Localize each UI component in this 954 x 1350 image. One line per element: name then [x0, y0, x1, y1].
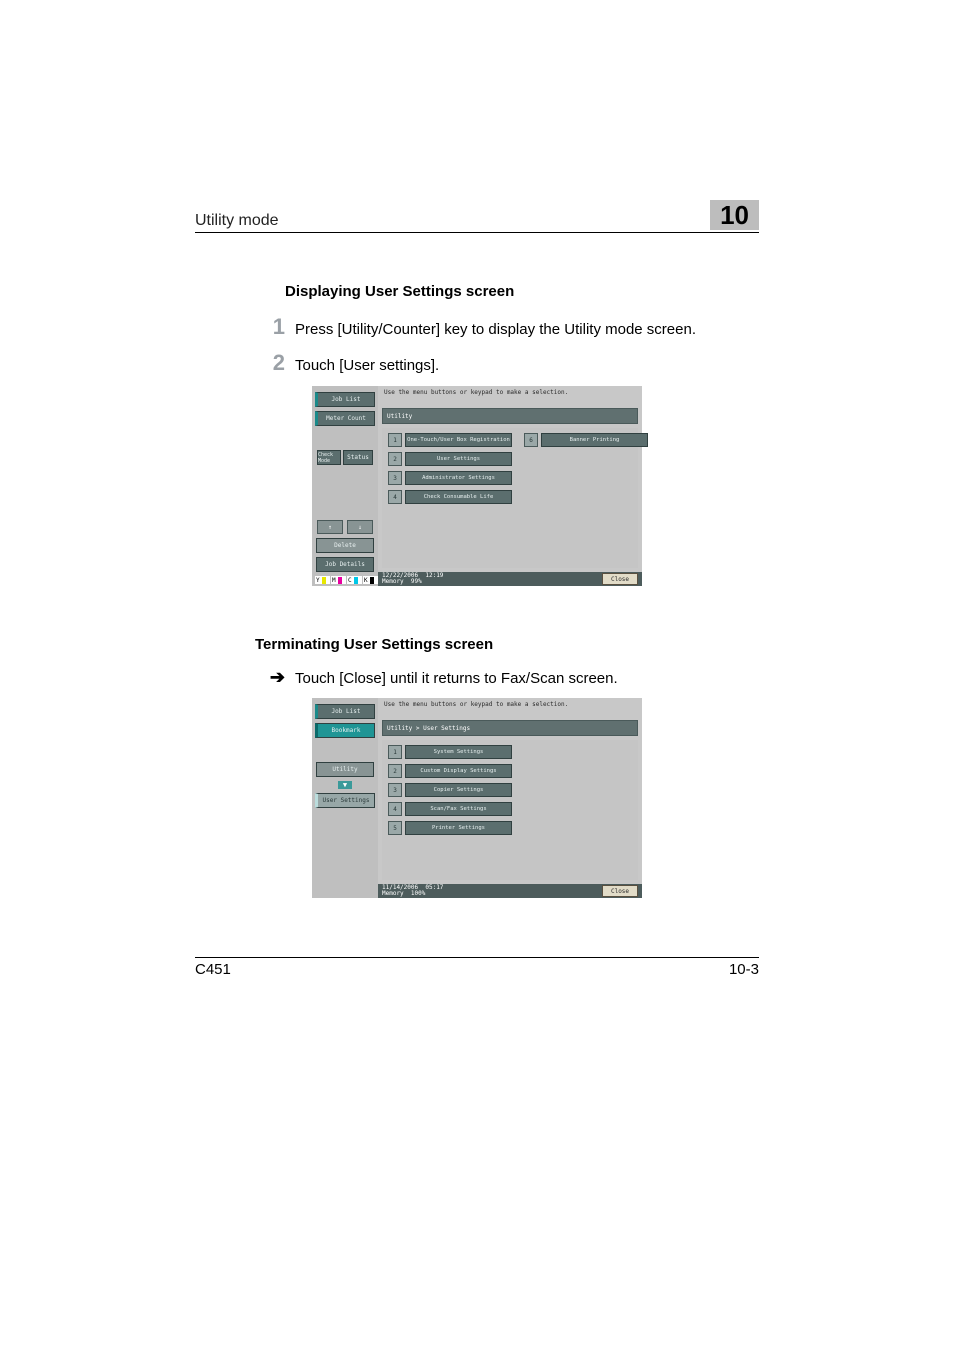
chevron-down-icon: ▼ — [338, 781, 352, 789]
status-bar-2: 11/14/2006 05:17 Memory 100% Close — [378, 884, 642, 898]
sidebar: Job List Meter Count Check Mode Status ↑… — [312, 386, 378, 586]
status-time: 12:19 — [425, 572, 443, 579]
section-title-display: Displaying User Settings screen — [285, 283, 759, 300]
menu-item-admin-settings[interactable]: 3Administrator Settings — [388, 471, 512, 485]
header-title: Utility mode — [195, 212, 279, 230]
instruction-text: Use the menu buttons or keypad to make a… — [384, 389, 568, 396]
instruction-text-2: Use the menu buttons or keypad to make a… — [384, 701, 568, 708]
menu-item-copier[interactable]: 3Copier Settings — [388, 783, 632, 797]
delete-button[interactable]: Delete — [316, 538, 374, 553]
section-number: 10 — [710, 200, 759, 230]
step-2-text: Touch [User settings]. — [295, 357, 439, 374]
memory-label-2: Memory — [382, 890, 404, 897]
footer-model: C451 — [195, 961, 231, 978]
toner-k-icon: K — [363, 576, 378, 584]
toner-c-icon: C — [347, 576, 362, 584]
page-footer: C451 10-3 — [195, 957, 759, 978]
job-list-button[interactable]: Job List — [315, 392, 375, 407]
arrow-icon: ➔ — [255, 667, 285, 688]
step-arrow: ➔ Touch [Close] until it returns to Fax/… — [195, 667, 759, 688]
nav-up-icon[interactable]: ↑ — [317, 520, 343, 534]
menu-item-user-settings[interactable]: 2User Settings — [388, 452, 512, 466]
user-settings-screenshot: Job List Bookmark Utility ▼ User Setting… — [312, 698, 642, 898]
utility-menu: 1One-Touch/User Box Registration 2User S… — [382, 428, 638, 568]
check-mode-button[interactable]: Check Mode — [317, 450, 341, 465]
menu-item-system[interactable]: 1System Settings — [388, 745, 632, 759]
status-time-2: 05:17 — [425, 884, 443, 891]
utility-screenshot: Job List Meter Count Check Mode Status ↑… — [312, 386, 642, 586]
bookmark-button[interactable]: Bookmark — [315, 723, 375, 738]
footer-page: 10-3 — [729, 961, 759, 978]
meter-count-button[interactable]: Meter Count — [315, 411, 375, 426]
memory-label: Memory — [382, 578, 404, 585]
toner-y-icon: Y — [315, 576, 330, 584]
step-1-text: Press [Utility/Counter] key to display t… — [295, 321, 696, 338]
breadcrumb: Utility — [382, 408, 638, 424]
running-header: Utility mode 10 — [195, 200, 759, 233]
step-2: 2 Touch [User settings]. — [195, 350, 759, 376]
memory-value-2: 100% — [411, 890, 425, 897]
menu-item-banner[interactable]: 6Banner Printing — [524, 433, 648, 447]
menu-item-custom-display[interactable]: 2Custom Display Settings — [388, 764, 632, 778]
sidebar-2: Job List Bookmark Utility ▼ User Setting… — [312, 698, 378, 898]
user-settings-menu: 1System Settings 2Custom Display Setting… — [382, 740, 638, 880]
step-2-number: 2 — [255, 350, 285, 376]
step-1: 1 Press [Utility/Counter] key to display… — [195, 314, 759, 340]
close-button-2[interactable]: Close — [602, 885, 638, 897]
step-1-number: 1 — [255, 314, 285, 340]
nav-down-icon[interactable]: ↓ — [347, 520, 373, 534]
close-button[interactable]: Close — [602, 573, 638, 585]
job-list-button-2[interactable]: Job List — [315, 704, 375, 719]
menu-item-consumable[interactable]: 4Check Consumable Life — [388, 490, 512, 504]
job-details-button[interactable]: Job Details — [316, 557, 374, 572]
section-title-terminate: Terminating User Settings screen — [255, 636, 759, 653]
toner-levels: Y M C K — [315, 576, 378, 584]
user-settings-button[interactable]: User Settings — [315, 793, 375, 808]
status-button[interactable]: Status — [343, 450, 373, 465]
status-bar: 12/22/2006 12:19 Memory 99% Close — [378, 572, 642, 586]
menu-item-onetouch[interactable]: 1One-Touch/User Box Registration — [388, 433, 512, 447]
menu-item-scanfax[interactable]: 4Scan/Fax Settings — [388, 802, 632, 816]
terminate-text: Touch [Close] until it returns to Fax/Sc… — [295, 670, 618, 687]
breadcrumb-2: Utility > User Settings — [382, 720, 638, 736]
menu-item-printer[interactable]: 5Printer Settings — [388, 821, 632, 835]
toner-m-icon: M — [331, 576, 346, 584]
utility-button[interactable]: Utility — [316, 762, 374, 777]
memory-value: 99% — [411, 578, 422, 585]
